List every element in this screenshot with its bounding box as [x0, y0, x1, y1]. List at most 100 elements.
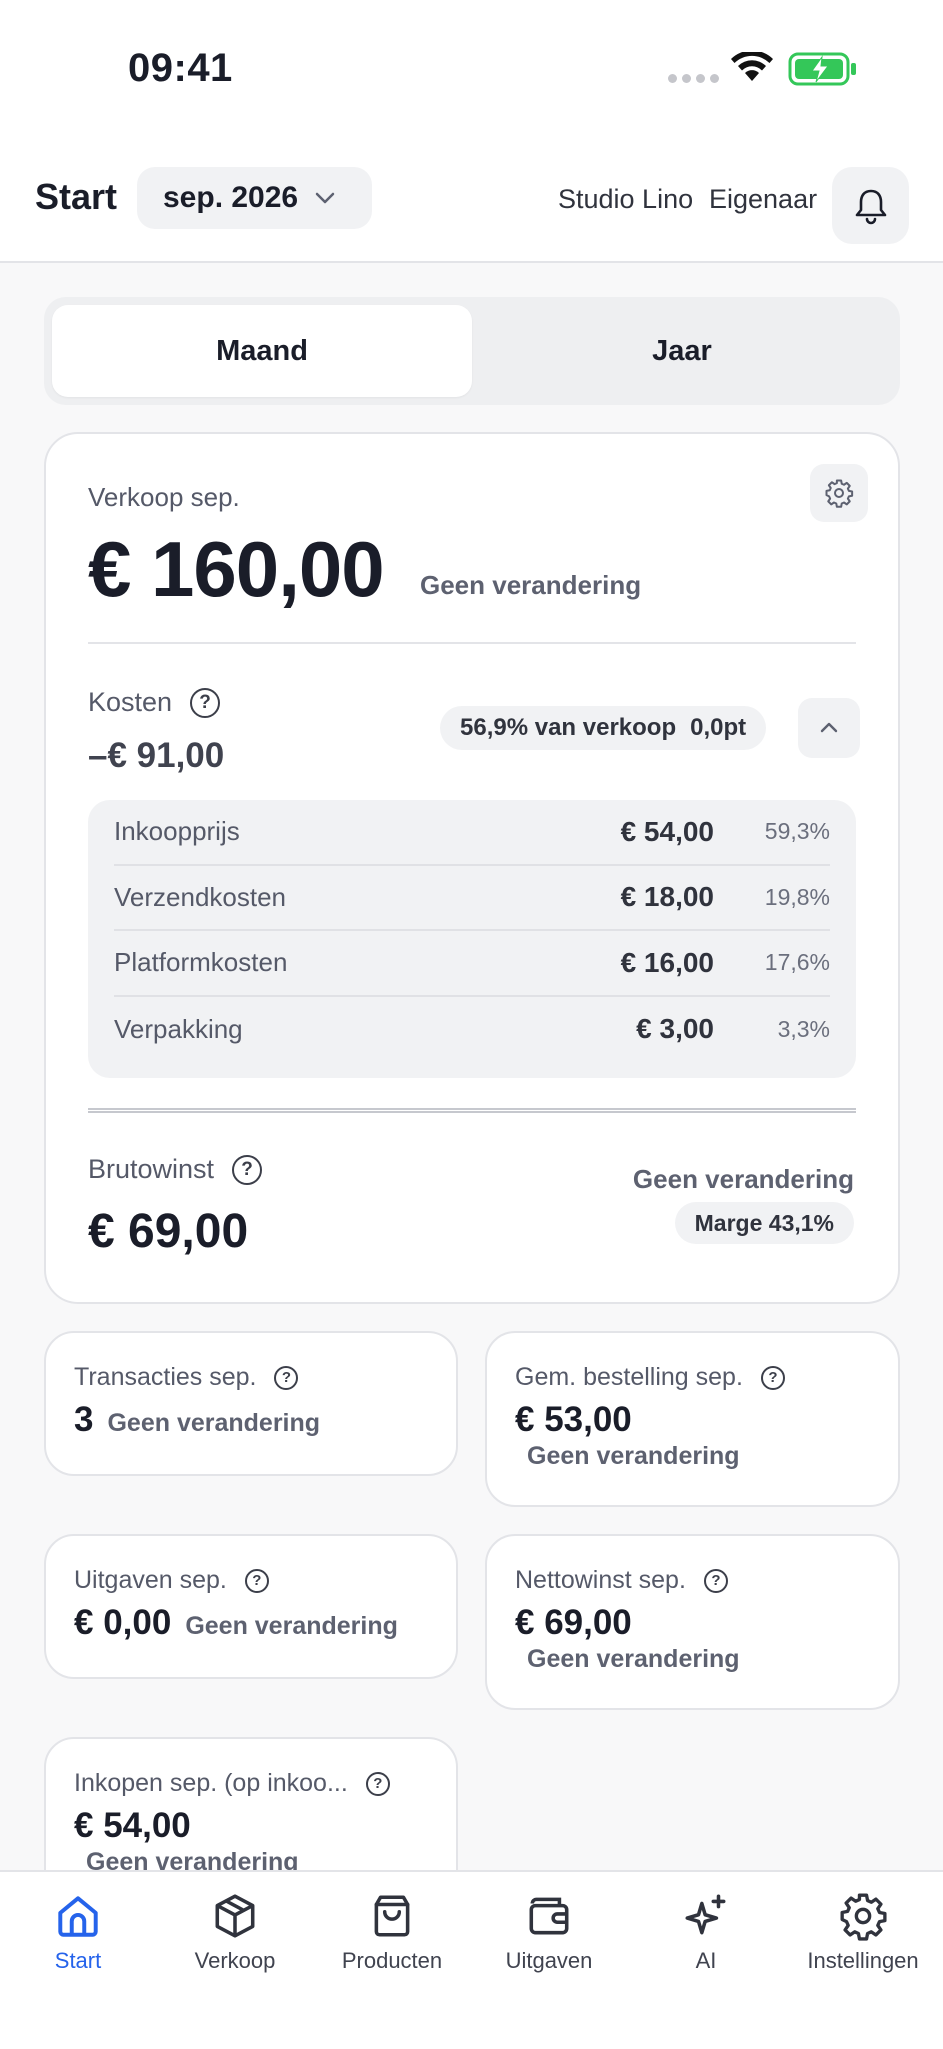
- transactions-change: Geen verandering: [107, 1409, 321, 1437]
- transactions-value: 3: [74, 1400, 94, 1439]
- status-time: 09:41: [128, 46, 233, 90]
- expenses-card[interactable]: Uitgaven sep. ? € 0,00 Geen verandering: [44, 1534, 458, 1679]
- sales-change: Geen verandering: [420, 570, 642, 600]
- avg-order-value: € 53,00: [515, 1400, 632, 1439]
- card-settings-button[interactable]: [810, 464, 868, 522]
- notifications-button[interactable]: [832, 167, 909, 244]
- tab-label: Uitgaven: [505, 1948, 593, 1973]
- expenses-header: Uitgaven sep. ?: [74, 1566, 428, 1595]
- help-icon[interactable]: ?: [760, 1365, 785, 1390]
- status-bar: 09:41: [0, 0, 943, 140]
- sparkle-icon: [685, 1894, 726, 1935]
- bag-icon: [374, 1895, 410, 1937]
- gross-profit-label: Brutowinst: [88, 1154, 215, 1184]
- gross-profit-amount: € 69,00: [88, 1205, 249, 1258]
- tab-month[interactable]: Maand: [52, 305, 472, 397]
- wallet-icon: [529, 1897, 569, 1935]
- costs-breakdown: Inkoopprijs € 54,00 59,3% Verzendkosten …: [88, 800, 856, 1078]
- cellular-signal-icon: [668, 74, 719, 83]
- cost-name: Verpakking: [114, 1013, 243, 1044]
- wifi-icon: [731, 52, 773, 81]
- gross-profit-change: Geen verandering: [632, 1164, 854, 1194]
- tab-label: Instellingen: [807, 1948, 919, 1973]
- month-selector[interactable]: sep. 2026: [137, 167, 372, 229]
- cost-name: Verzendkosten: [114, 881, 287, 912]
- expenses-value: € 0,00: [74, 1603, 172, 1642]
- divider: [88, 642, 856, 644]
- cost-amount: € 54,00: [620, 815, 714, 847]
- purchases-value: € 54,00: [74, 1806, 191, 1845]
- avg-order-card[interactable]: Gem. bestelling sep. ? € 53,00 Geen vera…: [485, 1331, 900, 1507]
- avg-order-change: Geen verandering: [527, 1442, 740, 1470]
- tab-instellingen[interactable]: Instellingen: [788, 1888, 938, 1974]
- shop-name: Studio Lino: [558, 184, 694, 214]
- sales-summary-card: Verkoop sep. € 160,00 Geen verandering K…: [44, 432, 900, 1304]
- sales-label: Verkoop sep.: [88, 482, 240, 512]
- net-profit-header: Nettowinst sep. ?: [515, 1566, 870, 1595]
- purchases-label: Inkopen sep. (op inkoo...: [74, 1769, 348, 1797]
- gear-icon: [825, 479, 854, 508]
- box-icon: [215, 1894, 255, 1938]
- net-profit-label: Nettowinst sep.: [515, 1566, 686, 1594]
- period-toggle: Maand Jaar: [44, 297, 900, 405]
- help-icon[interactable]: ?: [274, 1365, 299, 1390]
- expenses-label: Uitgaven sep.: [74, 1566, 227, 1594]
- transactions-header: Transacties sep. ?: [74, 1363, 428, 1392]
- expenses-change: Geen verandering: [185, 1612, 398, 1640]
- home-icon: [58, 1896, 98, 1937]
- transactions-card[interactable]: Transacties sep. ? 3 Geen verandering: [44, 1331, 458, 1476]
- sales-amount: € 160,00: [88, 525, 385, 613]
- costs-label: Kosten: [88, 687, 173, 717]
- costs-row: Inkoopprijs € 54,00 59,3%: [114, 800, 830, 866]
- tab-start[interactable]: Start: [3, 1888, 153, 1974]
- tab-uitgaven[interactable]: Uitgaven: [474, 1888, 624, 1974]
- costs-header: Kosten ?: [88, 687, 221, 718]
- help-icon[interactable]: ?: [244, 1568, 269, 1593]
- avg-order-header: Gem. bestelling sep. ?: [515, 1363, 870, 1392]
- cost-amount: € 18,00: [620, 881, 714, 913]
- tab-ai[interactable]: AI: [631, 1888, 781, 1974]
- net-profit-value: € 69,00: [515, 1603, 632, 1642]
- costs-row: Verpakking € 3,00 3,3%: [114, 997, 830, 1063]
- double-divider: [88, 1108, 856, 1113]
- tab-producten[interactable]: Producten: [317, 1888, 467, 1974]
- tab-label: Producten: [341, 1948, 443, 1973]
- user-role: Eigenaar: [709, 184, 818, 214]
- bell-icon: [855, 189, 886, 224]
- costs-row: Platformkosten € 16,00 17,6%: [114, 931, 830, 997]
- app-header: Start sep. 2026 Studio Lino Eigenaar: [0, 140, 943, 263]
- avg-order-label: Gem. bestelling sep.: [515, 1363, 743, 1391]
- purchases-header: Inkopen sep. (op inkoo... ?: [74, 1769, 428, 1798]
- costs-collapse-button[interactable]: [798, 698, 860, 758]
- page-title: Start: [35, 176, 118, 217]
- cost-name: Inkoopprijs: [114, 816, 240, 847]
- tab-label: AI: [695, 1948, 717, 1973]
- costs-share-delta: 0,0pt: [690, 714, 747, 741]
- net-profit-card[interactable]: Nettowinst sep. ? € 69,00 Geen veranderi…: [485, 1534, 900, 1710]
- gear-icon: [840, 1893, 887, 1941]
- help-icon[interactable]: ?: [365, 1771, 390, 1796]
- chevron-up-icon: [820, 722, 838, 733]
- costs-row: Verzendkosten € 18,00 19,8%: [114, 866, 830, 931]
- margin-badge: Marge 43,1%: [674, 1202, 854, 1244]
- costs-amount: –€ 91,00: [88, 736, 225, 775]
- tab-verkoop[interactable]: Verkoop: [160, 1888, 310, 1974]
- cost-amount: € 3,00: [636, 1013, 714, 1045]
- month-selector-label: sep. 2026: [163, 181, 299, 214]
- cost-percentage: 3,3%: [777, 1015, 830, 1042]
- bottom-tab-bar: Start Verkoop Producten Uitgaven AI Inst…: [0, 1870, 943, 2049]
- help-icon[interactable]: ?: [232, 1154, 263, 1185]
- net-profit-change: Geen verandering: [527, 1645, 740, 1673]
- costs-share: 56,9% van verkoop: [460, 714, 677, 741]
- cost-percentage: 17,6%: [764, 949, 830, 976]
- gross-profit-header: Brutowinst ?: [88, 1154, 263, 1185]
- cost-amount: € 16,00: [620, 946, 714, 978]
- help-icon[interactable]: ?: [190, 687, 221, 718]
- cost-percentage: 19,8%: [764, 883, 830, 910]
- tab-year[interactable]: Jaar: [472, 305, 892, 397]
- transactions-label: Transacties sep.: [74, 1363, 257, 1391]
- chevron-down-icon: [315, 192, 335, 204]
- tab-label: Start: [54, 1948, 102, 1973]
- help-icon[interactable]: ?: [703, 1568, 728, 1593]
- cost-name: Platformkosten: [114, 947, 288, 978]
